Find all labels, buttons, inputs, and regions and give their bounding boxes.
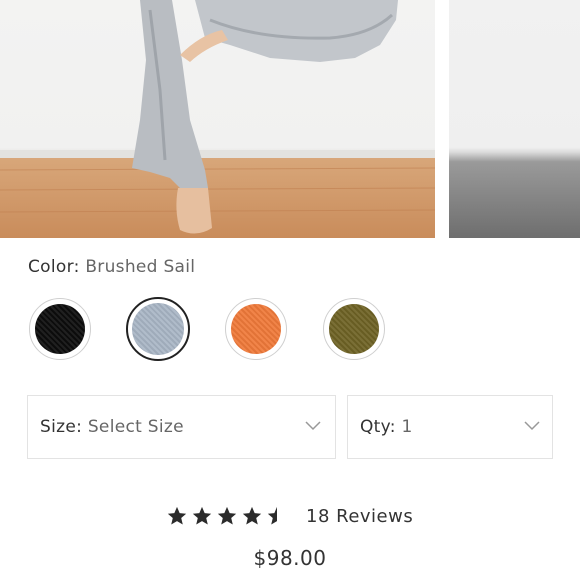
reviews-link[interactable]: 18 Reviews bbox=[306, 506, 413, 527]
swatch-black-fill bbox=[35, 304, 85, 354]
swatch-black[interactable] bbox=[29, 298, 91, 360]
star-full-icon bbox=[192, 506, 212, 525]
product-image-thumbnail[interactable] bbox=[449, 0, 580, 238]
color-selected-value: Brushed Sail bbox=[85, 257, 196, 277]
chevron-down-icon bbox=[524, 421, 540, 431]
model-illustration bbox=[0, 0, 435, 234]
color-label: Color: Brushed Sail bbox=[28, 257, 195, 277]
size-select-label: Size: Select Size bbox=[40, 417, 184, 437]
swatch-olive[interactable] bbox=[323, 298, 385, 360]
product-gallery bbox=[0, 0, 580, 238]
swatch-orange[interactable] bbox=[225, 298, 287, 360]
size-select[interactable]: Size: Select Size bbox=[27, 395, 336, 459]
qty-select[interactable]: Qty: 1 bbox=[347, 395, 553, 459]
star-full-icon bbox=[242, 506, 262, 525]
qty-select-label: Qty: 1 bbox=[360, 417, 413, 437]
product-price: $98.00 bbox=[253, 546, 327, 570]
product-image-main[interactable] bbox=[0, 0, 435, 238]
star-full-icon bbox=[167, 506, 187, 525]
color-swatches bbox=[0, 297, 580, 361]
size-value: Select Size bbox=[87, 417, 184, 437]
product-rating: 18 Reviews bbox=[166, 505, 426, 529]
size-label-text: Size: bbox=[40, 417, 83, 437]
star-full-icon bbox=[217, 506, 237, 525]
swatch-orange-fill bbox=[231, 304, 281, 354]
swatch-olive-fill bbox=[329, 304, 379, 354]
swatch-brushed-sail[interactable] bbox=[126, 297, 190, 361]
swatch-brushed-sail-fill bbox=[132, 303, 184, 355]
qty-value: 1 bbox=[401, 417, 413, 437]
qty-label-text: Qty: bbox=[360, 417, 396, 437]
chevron-down-icon bbox=[305, 421, 321, 431]
color-label-text: Color: bbox=[28, 257, 80, 277]
star-half-icon bbox=[267, 506, 277, 525]
